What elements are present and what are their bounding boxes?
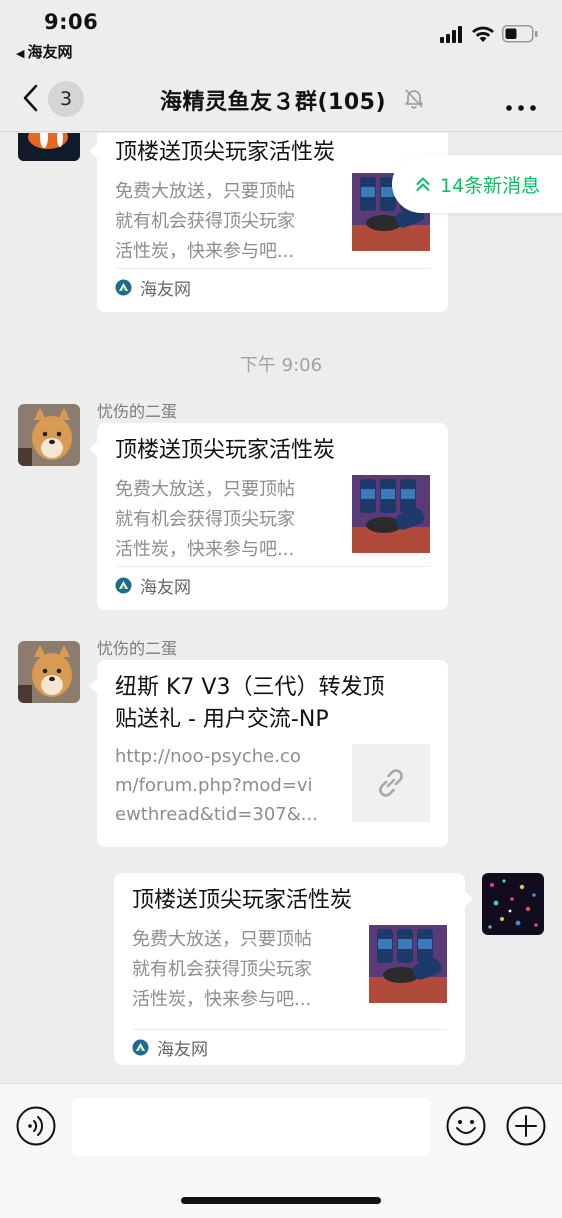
status-icons <box>440 24 540 44</box>
product-photo-image <box>369 925 447 1003</box>
home-indicator[interactable] <box>181 1197 381 1204</box>
more-dots-icon <box>506 105 536 111</box>
message-list[interactable]: 顶楼送顶尖玩家活性炭 免费大放送，只要顶帖 就有机会获得顶尖玩家 活性炭，快来参… <box>0 133 562 1083</box>
haiyou-logo-icon <box>132 1039 149 1055</box>
haiyou-logo-icon <box>115 577 132 593</box>
card-thumbnail <box>352 744 430 822</box>
shiba-avatar-image <box>18 641 80 703</box>
card-thumbnail <box>352 475 430 553</box>
card-source: 海友网 <box>132 1035 208 1060</box>
shiba-avatar-image <box>18 404 80 466</box>
chat-header: 3 海精灵鱼友３群(105) <box>0 66 562 132</box>
link-card[interactable]: 顶楼送顶尖玩家活性炭 免费大放送，只要顶帖 就有机会获得顶尖玩家 活性炭，快来参… <box>89 423 448 610</box>
link-card[interactable]: 顶楼送顶尖玩家活性炭 免费大放送，只要顶帖 就有机会获得顶尖玩家 活性炭，快来参… <box>89 133 448 312</box>
card-source: 海友网 <box>115 275 191 300</box>
back-button[interactable] <box>20 83 42 113</box>
message-timestamp: 下午 9:06 <box>239 355 323 376</box>
signal-icon <box>440 26 462 43</box>
card-title: 顶楼送顶尖玩家活性炭 <box>115 140 336 165</box>
back-app-label: 海友网 <box>27 43 73 61</box>
card-description: 免费大放送，只要顶帖 就有机会获得顶尖玩家 活性炭，快来参与吧... <box>115 479 295 560</box>
sender-name: 忧伤的二蛋 <box>97 402 178 421</box>
new-messages-label: 14条新消息 <box>440 174 541 197</box>
voice-button[interactable] <box>16 1106 56 1146</box>
link-card[interactable]: 纽斯 K7 V3（三代）转发顶 贴送礼 - 用户交流-NP http://noo… <box>89 660 448 847</box>
self-avatar[interactable] <box>482 873 544 935</box>
double-chevron-up-icon <box>416 177 430 191</box>
galaxy-avatar-image <box>482 873 544 935</box>
status-bar: 9:06 ◀ 海友网 <box>0 0 562 66</box>
card-title: 顶楼送顶尖玩家活性炭 <box>115 438 336 463</box>
product-photo-image <box>352 475 430 553</box>
emoji-button[interactable] <box>446 1106 486 1146</box>
new-messages-button[interactable]: 14条新消息 <box>392 155 562 213</box>
avatar[interactable] <box>18 641 80 703</box>
battery-icon <box>502 25 538 43</box>
wifi-icon <box>472 26 494 42</box>
sender-name: 忧伤的二蛋 <box>97 639 178 658</box>
card-description: http://noo-psyche.co m/forum.php?mod=vi … <box>115 746 318 825</box>
more-actions-button[interactable] <box>506 1106 546 1146</box>
back-triangle-icon: ◀ <box>16 47 25 60</box>
card-title: 纽斯 K7 V3（三代）转发顶 贴送礼 - 用户交流-NP <box>115 675 385 732</box>
message-input[interactable] <box>72 1098 430 1156</box>
more-button[interactable] <box>506 96 536 111</box>
card-source: 海友网 <box>115 573 191 598</box>
haiyou-logo-icon <box>115 279 132 295</box>
plus-icon <box>506 1106 546 1146</box>
voice-icon <box>16 1106 56 1146</box>
card-title: 顶楼送顶尖玩家活性炭 <box>132 888 353 913</box>
card-description: 免费大放送，只要顶帖 就有机会获得顶尖玩家 活性炭，快来参与吧... <box>115 181 295 262</box>
card-thumbnail <box>369 925 447 1003</box>
fish-avatar-image <box>18 133 80 161</box>
avatar[interactable] <box>18 133 80 161</box>
back-to-app-link[interactable]: ◀ 海友网 <box>16 41 72 62</box>
bell-slash-icon <box>405 89 423 109</box>
status-time: 9:06 <box>44 10 99 34</box>
unread-count-badge[interactable]: 3 <box>48 81 84 117</box>
link-icon <box>379 769 403 797</box>
mute-indicator <box>403 87 425 109</box>
emoji-icon <box>446 1106 486 1146</box>
chevron-left-icon <box>23 84 38 112</box>
chat-title[interactable]: 海精灵鱼友３群(105) <box>160 84 386 116</box>
avatar[interactable] <box>18 404 80 466</box>
card-description: 免费大放送，只要顶帖 就有机会获得顶尖玩家 活性炭，快来参与吧... <box>132 929 312 1010</box>
link-card[interactable]: 顶楼送顶尖玩家活性炭 免费大放送，只要顶帖 就有机会获得顶尖玩家 活性炭，快来参… <box>114 873 473 1065</box>
